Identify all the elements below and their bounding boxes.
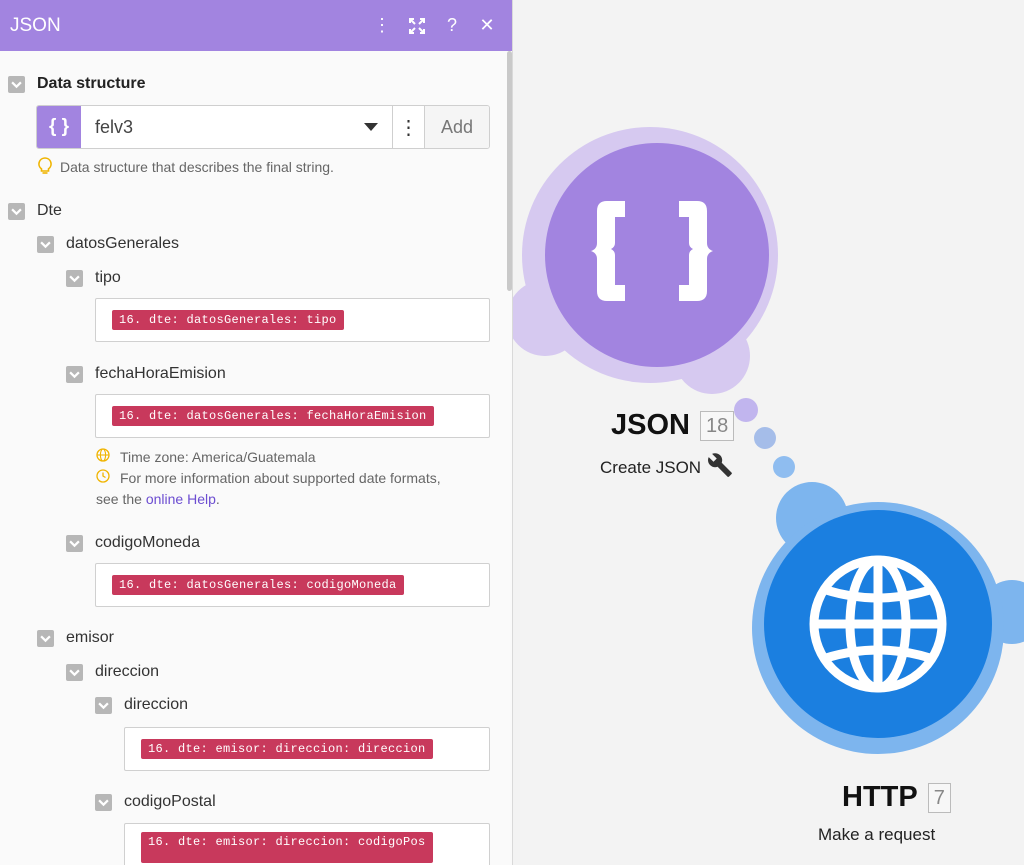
- data-structure-value: felv3: [95, 116, 134, 137]
- json-node-subtitle: Create JSON: [600, 452, 733, 483]
- tree-node-tipo[interactable]: tipo: [66, 269, 121, 287]
- timezone-text: Time zone: America/Guatemala: [120, 449, 316, 465]
- data-structure-select[interactable]: felv3: [81, 106, 393, 148]
- close-icon[interactable]: ✕: [472, 11, 502, 41]
- help-icon[interactable]: ?: [437, 11, 467, 41]
- mapping-pill[interactable]: 16. dte: emisor: direccion: codigoPos: [141, 832, 433, 863]
- mapping-pill[interactable]: 16. dte: datosGenerales: codigoMoneda: [112, 575, 404, 595]
- json-node-title: JSON 18: [611, 409, 735, 442]
- lightbulb-icon: [38, 157, 52, 181]
- mapping-pill[interactable]: 16. dte: datosGenerales: fechaHoraEmisio…: [112, 406, 434, 426]
- panel-header: JSON ⋮ ? ✕: [0, 0, 512, 51]
- tree-node-emisor[interactable]: emisor: [37, 629, 114, 647]
- http-node-title: HTTP 7: [842, 781, 951, 814]
- collapse-toggle[interactable]: [37, 629, 54, 647]
- codigo-postal-input[interactable]: 16. dte: emisor: direccion: codigoPos: [124, 823, 490, 865]
- tipo-input[interactable]: 16. dte: datosGenerales: tipo: [95, 298, 490, 342]
- collapse-toggle[interactable]: [95, 696, 112, 714]
- curly-braces-icon: { }: [37, 106, 81, 148]
- json-node-action: Create JSON: [600, 457, 702, 477]
- http-node-subtitle: Make a request: [818, 825, 935, 845]
- http-node-id: 7: [927, 782, 951, 813]
- tree-node-datos-generales[interactable]: datosGenerales: [37, 235, 179, 253]
- wrench-icon[interactable]: [707, 452, 733, 483]
- date-format-suffix: .: [215, 491, 220, 507]
- json-node-name: JSON: [611, 409, 690, 441]
- data-structure-row[interactable]: Data structure: [8, 75, 145, 93]
- mapping-pill[interactable]: 16. dte: datosGenerales: tipo: [112, 310, 344, 330]
- globe-icon: [809, 555, 947, 693]
- collapse-toggle[interactable]: [66, 269, 83, 287]
- tree-node-dte[interactable]: Dte: [8, 202, 62, 220]
- tree-label: direccion: [124, 696, 189, 713]
- globe-icon: [96, 447, 110, 468]
- tree-node-direccion-group[interactable]: direccion: [66, 663, 159, 681]
- json-node-circle: [545, 143, 769, 367]
- tree-label: tipo: [95, 269, 121, 286]
- tree-node-direccion[interactable]: direccion: [95, 696, 188, 714]
- http-module-node[interactable]: [758, 510, 998, 750]
- tree-label: fechaHoraEmision: [95, 365, 226, 382]
- connector-dot: [734, 398, 758, 422]
- collapse-toggle[interactable]: [8, 202, 25, 220]
- mapping-pill[interactable]: 16. dte: emisor: direccion: direccion: [141, 739, 433, 759]
- tree-node-fecha-hora-emision[interactable]: fechaHoraEmision: [66, 365, 226, 383]
- json-module-node[interactable]: [537, 138, 777, 378]
- panel-body[interactable]: Data structure { } felv3 ⋮ Add Data stru…: [0, 51, 512, 865]
- collapse-toggle[interactable]: [37, 235, 54, 253]
- direccion-input[interactable]: 16. dte: emisor: direccion: direccion: [124, 727, 490, 771]
- tree-label: emisor: [66, 629, 115, 646]
- data-structure-hint: Data structure that describes the final …: [38, 157, 334, 181]
- collapse-toggle[interactable]: [95, 793, 112, 811]
- tree-node-codigo-moneda[interactable]: codigoMoneda: [66, 534, 200, 552]
- collapse-toggle[interactable]: [66, 534, 83, 552]
- connector-dot: [773, 456, 795, 478]
- date-format-text: For more information about supported dat…: [120, 470, 441, 486]
- json-node-id: 18: [699, 410, 735, 441]
- date-format-hint: For more information about supported dat…: [96, 468, 486, 510]
- clock-icon: [96, 468, 110, 489]
- add-button[interactable]: Add: [425, 106, 489, 148]
- tree-label: datosGenerales: [66, 235, 179, 252]
- data-structure-control: { } felv3 ⋮ Add: [36, 105, 490, 149]
- fecha-hora-emision-input[interactable]: 16. dte: datosGenerales: fechaHoraEmisio…: [95, 394, 490, 438]
- collapse-toggle[interactable]: [66, 365, 83, 383]
- more-options-icon[interactable]: ⋮: [367, 11, 397, 41]
- online-help-link[interactable]: online Help: [146, 491, 216, 507]
- tree-node-codigo-postal[interactable]: codigoPostal: [95, 793, 216, 811]
- date-format-see: see the: [96, 491, 142, 507]
- data-structure-more-icon[interactable]: ⋮: [393, 106, 425, 148]
- panel-scrollbar[interactable]: [507, 51, 512, 291]
- data-structure-label: Data structure: [37, 75, 146, 92]
- tree-label: codigoPostal: [124, 793, 216, 810]
- http-node-action: Make a request: [818, 825, 936, 844]
- connector-dot: [754, 427, 776, 449]
- maximize-icon[interactable]: [402, 11, 432, 41]
- tree-label: codigoMoneda: [95, 534, 200, 551]
- data-structure-hint-text: Data structure that describes the final …: [60, 159, 334, 175]
- module-settings-panel: JSON ⋮ ? ✕ Data structure { } felv3 ⋮ Ad…: [0, 0, 513, 865]
- collapse-toggle[interactable]: [66, 663, 83, 681]
- chevron-down-icon: [364, 123, 378, 131]
- tree-label: direccion: [95, 663, 160, 680]
- http-node-name: HTTP: [842, 781, 918, 813]
- panel-title: JSON: [10, 14, 61, 36]
- timezone-hint: Time zone: America/Guatemala: [96, 447, 316, 468]
- tree-label: Dte: [37, 202, 62, 219]
- codigo-moneda-input[interactable]: 16. dte: datosGenerales: codigoMoneda: [95, 563, 490, 607]
- collapse-toggle[interactable]: [8, 75, 25, 93]
